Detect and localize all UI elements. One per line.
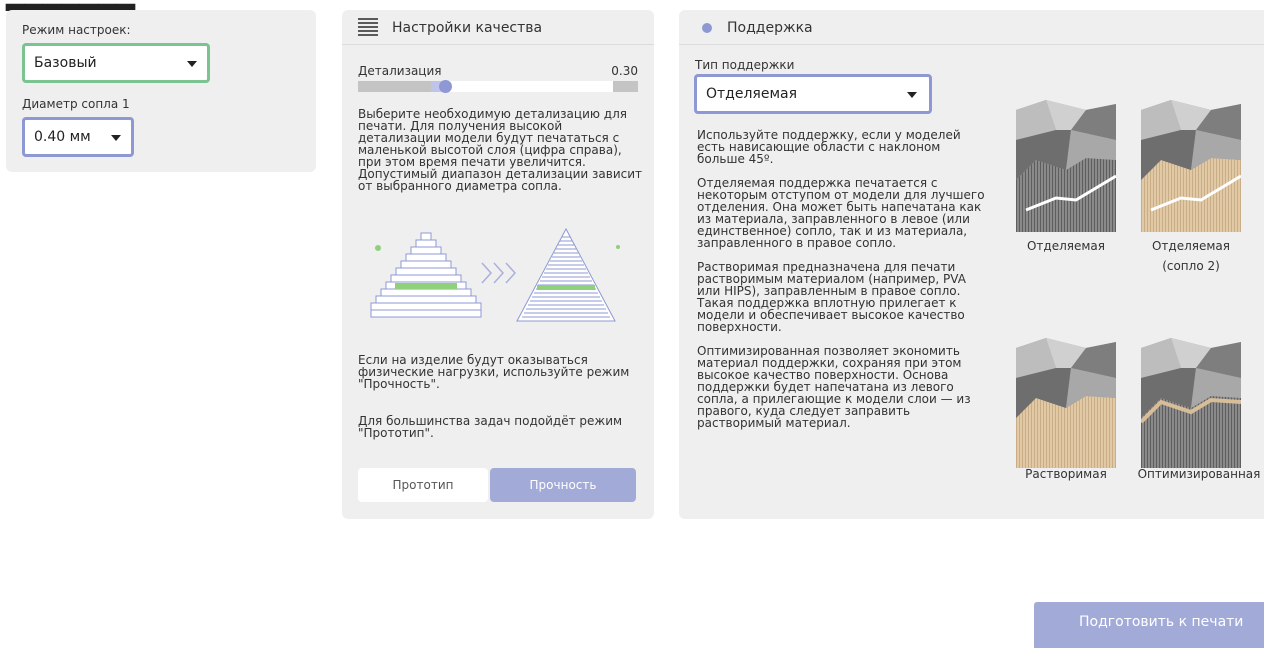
slider-disabled-low (358, 81, 431, 92)
support-type-label: Тип поддержки (695, 58, 795, 72)
support-panel-header: Поддержка (679, 10, 1264, 45)
chevron-down-icon (907, 92, 917, 98)
support-paragraph: Оптимизированная позволяет экономить мат… (697, 344, 971, 430)
dot-icon (375, 245, 381, 251)
chevron-down-icon (187, 61, 197, 67)
support-panel: Поддержка Тип поддержки Отделяемая Испол… (679, 10, 1264, 519)
support-paragraph: Растворимая предназначена для печати рас… (697, 260, 966, 334)
detail-slider[interactable] (358, 80, 638, 93)
support-option-breakaway-nozzle2-image[interactable] (1141, 100, 1241, 232)
load-hint: Если на изделие будут оказываться физиче… (358, 353, 630, 391)
prototype-button[interactable]: Прототип (358, 468, 488, 502)
support-paragraph: Отделяемая поддержка печатается с некото… (697, 176, 985, 250)
strength-button[interactable]: Прочность (490, 468, 636, 502)
detail-description: Выберите необходимую детализацию для печ… (358, 107, 643, 193)
support-type-value: Отделяемая (706, 86, 798, 102)
mode-select[interactable]: Базовый (22, 43, 210, 83)
layers-icon (358, 18, 378, 36)
quality-settings-panel: Настройки качества Детализация 0.30 Выбе… (342, 10, 654, 519)
quality-panel-title: Настройки качества (392, 20, 543, 36)
nozzle-select[interactable]: 0.40 мм (22, 117, 134, 157)
detail-illustration (370, 227, 620, 322)
prepare-to-print-label: Подготовить к печати (1079, 614, 1244, 630)
support-panel-title: Поддержка (727, 20, 813, 36)
support-dot-icon (702, 23, 712, 33)
support-option-caption[interactable]: Оптимизированная (1129, 464, 1264, 484)
mode-label: Режим настроек: (22, 23, 131, 37)
quality-panel-header: Настройки качества (342, 10, 654, 45)
detail-value: 0.30 (611, 64, 638, 78)
support-option-optimized-image[interactable] (1141, 338, 1241, 468)
prepare-to-print-button[interactable]: Подготовить к печати (1034, 602, 1264, 648)
support-option-soluble-image[interactable] (1016, 338, 1116, 468)
support-option-caption[interactable]: Отделяемая (1131, 236, 1251, 256)
support-option-breakaway-image[interactable] (1016, 100, 1116, 232)
chevron-down-icon (111, 135, 121, 141)
prototype-hint: Для большинства задач подойдёт режим "Пр… (358, 414, 623, 440)
support-type-select[interactable]: Отделяемая (694, 74, 932, 114)
support-paragraph: Используйте поддержку, если у моделей ес… (697, 128, 961, 166)
settings-mode-panel: Режим настроек: Базовый Диаметр сопла 1 … (6, 10, 316, 172)
slider-thumb[interactable] (438, 80, 452, 93)
slider-disabled-high (612, 81, 638, 92)
support-option-caption[interactable]: Растворимая (1016, 464, 1116, 484)
support-option-caption-sub[interactable]: (сопло 2) (1131, 256, 1251, 276)
mode-select-value: Базовый (34, 55, 97, 71)
nozzle-select-value: 0.40 мм (34, 129, 91, 145)
support-description: Используйте поддержку, если у моделей ес… (697, 129, 987, 441)
support-option-caption[interactable]: Отделяемая (1016, 236, 1116, 256)
detail-label: Детализация (358, 64, 442, 78)
nozzle-label: Диаметр сопла 1 (22, 97, 130, 111)
